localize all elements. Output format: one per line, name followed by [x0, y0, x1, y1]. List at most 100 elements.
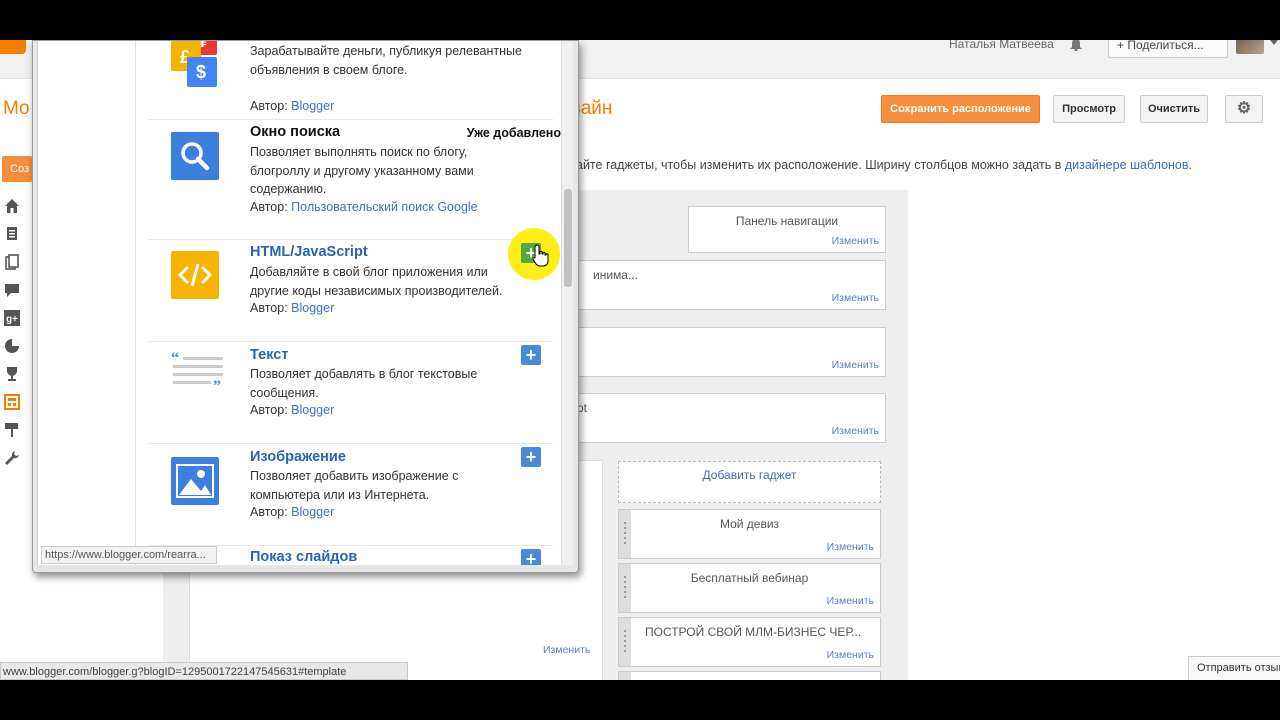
edit-link[interactable]: Изменить	[827, 649, 874, 661]
gadget-author: Автор: Blogger	[250, 301, 334, 315]
home-icon[interactable]	[4, 198, 20, 214]
preview-button[interactable]: Просмотр	[1053, 95, 1125, 123]
author-link[interactable]: Blogger	[291, 99, 334, 113]
edit-link[interactable]: Изменить	[827, 595, 874, 607]
adsense-icon: ¥ £ $	[171, 41, 219, 87]
gadget-box[interactable]: Изменить	[577, 327, 886, 377]
template-icon[interactable]	[4, 422, 20, 438]
comments-icon[interactable]	[4, 282, 20, 298]
avatar[interactable]	[1236, 40, 1264, 54]
template-designer-link[interactable]: дизайнере шаблонов	[1065, 158, 1189, 172]
gadget-name[interactable]: HTML/JavaScript	[250, 244, 368, 260]
pages-icon[interactable]	[4, 254, 20, 270]
share-button[interactable]: + Поделиться...	[1108, 40, 1228, 58]
gadget-box[interactable]	[618, 671, 881, 680]
earnings-icon[interactable]	[4, 366, 20, 382]
author-link[interactable]: Пользовательский поиск Google	[291, 200, 477, 214]
gadget-title: Бесплатный вебинар	[690, 571, 809, 585]
new-post-button[interactable]: Соз	[2, 156, 32, 182]
popup-status-url: https://www.blogger.com/rearra...	[41, 546, 217, 564]
gadget-box[interactable]: Бесплатный вебинар Изменить	[618, 563, 881, 613]
posts-icon[interactable]	[4, 226, 20, 242]
notifications-bell-icon[interactable]	[1069, 40, 1083, 51]
feedback-button[interactable]: Отправить отзыв	[1188, 656, 1280, 680]
add-text-button[interactable]: +	[521, 345, 541, 365]
layout-icon[interactable]	[4, 394, 20, 410]
svg-text:g+: g+	[6, 314, 18, 325]
gadget-title: Панель навигации	[735, 214, 839, 228]
gadget-description: Добавляйте в свой блог приложения или др…	[250, 265, 503, 298]
gadget-name[interactable]: Показ слайдов	[250, 549, 357, 565]
edit-link[interactable]: Изменить	[832, 359, 879, 371]
gadget-box[interactable]: Мой девиз Изменить	[618, 509, 881, 559]
gadget-name[interactable]: Изображение	[250, 449, 346, 465]
author-label: Автор:	[250, 99, 288, 113]
svg-text:”: ”	[213, 378, 221, 391]
layout-hint: айте гаджеты, чтобы изменить их располож…	[576, 158, 1192, 172]
search-icon	[171, 132, 219, 180]
stats-icon[interactable]	[4, 338, 20, 354]
gadget-title: ПОСТРОЙ СВОЙ МЛМ-БИЗНЕС ЧЕР...	[645, 625, 862, 639]
add-image-button[interactable]: +	[521, 447, 541, 467]
add-gadget-link[interactable]: Добавить гаджет	[619, 468, 880, 482]
gadget-description: Зарабатывайте деньги, публикуя релевантн…	[250, 44, 522, 77]
author-label: Автор:	[250, 301, 288, 315]
edit-link[interactable]: Изменить	[832, 425, 879, 437]
popup-content: ¥ £ $ Зарабатывайте деньги, публикуя рел…	[37, 41, 573, 565]
status-bar-url: www.blogger.com/blogger.g?blogID=1295001…	[0, 662, 408, 680]
drag-handle[interactable]	[619, 618, 631, 666]
gadget-name[interactable]: Текст	[250, 347, 288, 363]
gear-icon[interactable]: ⚙	[1225, 95, 1263, 123]
edit-link[interactable]: Изменить	[832, 235, 879, 247]
google-plus-icon[interactable]: g+	[4, 310, 20, 326]
clear-button[interactable]: Очистить	[1140, 95, 1208, 123]
add-slideshow-button[interactable]: +	[521, 549, 541, 565]
gadget-title: инима...	[593, 268, 638, 282]
edit-link[interactable]: Изменить	[543, 644, 590, 656]
author-label: Автор:	[250, 505, 288, 519]
gadget-item-text: “” Текст Позволяет добавлять в блог текс…	[148, 341, 553, 444]
settings-wrench-icon[interactable]	[4, 450, 20, 466]
nav-bar-gadget[interactable]: Панель навигации Изменить	[688, 206, 886, 253]
already-added-label: Уже добавлено	[466, 126, 561, 140]
gadget-item-adsense: ¥ £ $ Зарабатывайте деньги, публикуя рел…	[148, 41, 553, 120]
gadget-author: Автор: Blogger	[250, 505, 334, 519]
user-name[interactable]: Наталья Матвеева	[949, 40, 1054, 51]
gadget-box[interactable]: pt Изменить	[577, 393, 886, 443]
image-icon	[171, 457, 219, 505]
edit-link[interactable]: Изменить	[832, 292, 879, 304]
drag-handle[interactable]	[619, 672, 631, 680]
blogger-logo-icon[interactable]	[0, 40, 26, 54]
save-layout-button[interactable]: Сохранить расположение	[881, 95, 1040, 123]
add-gadget-area[interactable]: Добавить гаджет	[618, 461, 881, 503]
gadget-item-image: Изображение Позволяет добавить изображен…	[148, 443, 553, 546]
popup-scrollbar[interactable]	[561, 41, 573, 565]
chevron-down-icon[interactable]	[1270, 40, 1278, 45]
scrollbar-thumb[interactable]	[564, 189, 572, 287]
gadget-item-html-javascript: HTML/JavaScript Добавляйте в свой блог п…	[148, 239, 553, 342]
gadget-title: Мой девиз	[719, 517, 780, 531]
author-link[interactable]: Blogger	[291, 301, 334, 315]
gadget-author: Автор: Blogger	[250, 99, 334, 113]
add-gadget-popup: ¥ £ $ Зарабатывайте деньги, публикуя рел…	[32, 40, 579, 573]
gadget-name: Окно поиска	[250, 124, 341, 140]
video-letterbox-top	[0, 0, 1280, 40]
text-quote-icon: “”	[171, 350, 223, 399]
hint-end: .	[1188, 158, 1192, 172]
header-gadget[interactable]: инима... Изменить	[577, 260, 886, 310]
hint-text: айте гаджеты, чтобы изменить их располож…	[576, 158, 1065, 172]
popup-category-column	[38, 41, 136, 565]
svg-text:“: “	[171, 351, 179, 367]
gadget-box[interactable]: ПОСТРОЙ СВОЙ МЛМ-БИЗНЕС ЧЕР... Изменить	[618, 617, 881, 667]
browser-page: Наталья Матвеева + Поделиться... Мо зайн…	[0, 40, 1280, 680]
blog-title[interactable]: Мо	[3, 98, 30, 120]
author-link[interactable]: Blogger	[291, 403, 334, 417]
edit-link[interactable]: Изменить	[827, 541, 874, 553]
gadget-description: Позволяет добавить изображение с компьют…	[250, 469, 459, 502]
author-link[interactable]: Blogger	[291, 505, 334, 519]
gadget-description: Позволяет добавлять в блог текстовые соо…	[250, 367, 478, 400]
gadget-description: Позволяет выполнять поиск по блогу, блог…	[250, 145, 474, 196]
svg-text:$: $	[196, 62, 206, 82]
gadget-item-search: Окно поиска Уже добавлено Позволяет выпо…	[148, 119, 561, 240]
author-label: Автор:	[250, 403, 288, 417]
